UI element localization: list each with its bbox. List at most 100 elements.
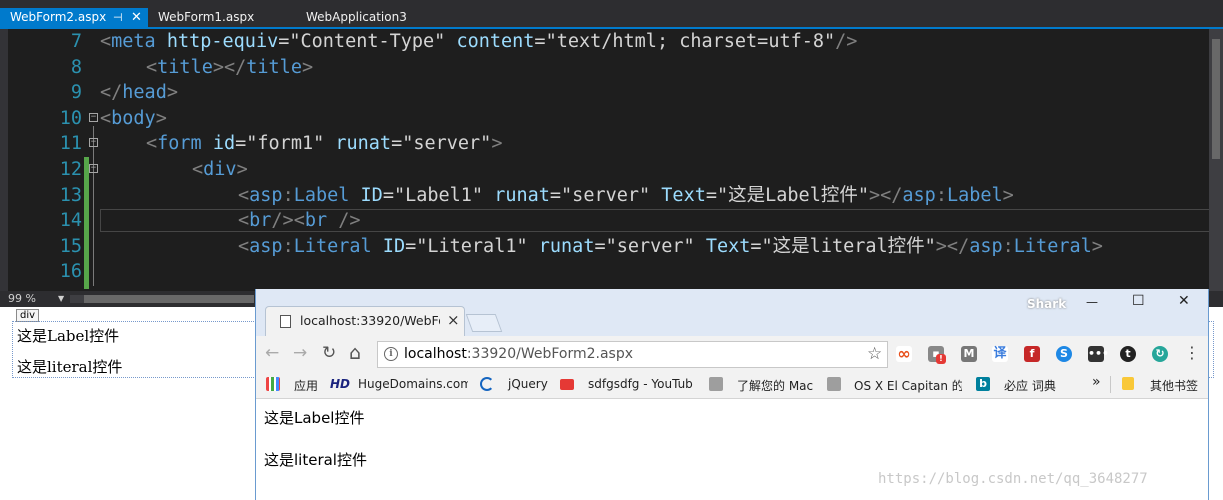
bookmark-mac[interactable]: 了解您的 Mac bbox=[737, 377, 813, 394]
code-line[interactable]: 15 <asp:Literal ID="Literal1" runat="ser… bbox=[0, 234, 1223, 260]
apps-icon bbox=[266, 377, 280, 391]
browser-titlebar[interactable]: localhost:33920/WebFo × Shark — ☐ ✕ bbox=[256, 289, 1208, 336]
watermark: https://blog.csdn.net/qq_3648277 bbox=[878, 471, 1148, 487]
home-button[interactable]: ⌂ bbox=[349, 343, 361, 363]
bookmark-hugedomains[interactable]: HugeDomains.com bbox=[358, 377, 468, 391]
code-text: <asp:Label ID="Label1" runat="server" Te… bbox=[238, 184, 1014, 206]
bookmark-osx[interactable]: OS X El Capitan 的 bbox=[854, 377, 962, 394]
other-bookmarks[interactable]: 其他书签 bbox=[1150, 377, 1198, 394]
code-text: <div> bbox=[192, 159, 248, 180]
tab-webform1[interactable]: WebForm1.aspx bbox=[148, 8, 298, 27]
forward-button[interactable]: → bbox=[293, 343, 307, 363]
bookmark-star-icon[interactable]: ☆ bbox=[867, 344, 882, 364]
extension-translate-icon[interactable]: 译 bbox=[992, 346, 1008, 362]
browser-window: localhost:33920/WebFo × Shark — ☐ ✕ ← → … bbox=[255, 289, 1209, 500]
line-number: 8 bbox=[70, 56, 82, 78]
extension-badge-icon: ! bbox=[936, 354, 946, 364]
code-editor[interactable]: 7 <meta http-equiv="Content-Type" conten… bbox=[0, 29, 1223, 291]
bookmark-apps[interactable]: 应用 bbox=[294, 377, 318, 394]
line-number: 7 bbox=[70, 31, 82, 52]
scrollbar-thumb[interactable] bbox=[1212, 39, 1220, 159]
code-line[interactable]: 10 − <body> bbox=[0, 106, 1223, 132]
bookmark-youtube[interactable]: sdfgsdfg - YouTub bbox=[588, 377, 694, 391]
tab-webform2[interactable]: WebForm2.aspx ⊣ ✕ bbox=[0, 8, 148, 27]
profile-name[interactable]: Shark bbox=[1027, 297, 1066, 311]
url-text[interactable]: localhost:33920/WebForm2.aspx bbox=[404, 346, 633, 362]
page-label-text: 这是Label控件 bbox=[264, 409, 365, 427]
line-number: 14 bbox=[59, 210, 82, 232]
extension-mail-icon[interactable]: M bbox=[961, 346, 977, 362]
browser-tab[interactable]: localhost:33920/WebFo × bbox=[265, 306, 465, 336]
horizontal-scrollbar[interactable] bbox=[70, 295, 254, 303]
menu-icon[interactable]: ⋮ bbox=[1184, 343, 1200, 363]
tab-label: WebApplication3 bbox=[306, 10, 407, 24]
address-bar[interactable]: i localhost:33920/WebForm2.aspx ☆ bbox=[377, 341, 888, 368]
line-number: 15 bbox=[59, 235, 82, 257]
extension-refresh-icon[interactable]: ↻ bbox=[1152, 346, 1168, 362]
back-button[interactable]: ← bbox=[265, 343, 279, 363]
code-line[interactable]: 13 <asp:Label ID="Label1" runat="server"… bbox=[0, 183, 1223, 209]
code-line[interactable]: 11 − <form id="form1" runat="server"> bbox=[0, 131, 1223, 157]
code-line[interactable]: 7 <meta http-equiv="Content-Type" conten… bbox=[0, 29, 1223, 55]
line-number: 12 bbox=[59, 159, 82, 180]
code-text: </head> bbox=[100, 82, 178, 104]
page-literal-text: 这是literal控件 bbox=[264, 451, 367, 469]
bookmark-bing[interactable]: 必应 词典 bbox=[1004, 377, 1056, 394]
design-literal-text[interactable]: 这是literal控件 bbox=[17, 356, 122, 377]
close-icon[interactable]: × bbox=[447, 311, 460, 329]
line-number: 13 bbox=[59, 184, 82, 206]
page-icon bbox=[280, 315, 291, 328]
collapse-icon[interactable]: − bbox=[89, 164, 98, 173]
minimize-button[interactable]: — bbox=[1086, 295, 1098, 309]
line-number: 11 bbox=[59, 133, 82, 155]
extension-dots-icon[interactable]: ••• bbox=[1088, 346, 1109, 362]
browser-toolbar: ← → ↻ ⌂ i localhost:33920/WebForm2.aspx … bbox=[256, 336, 1208, 371]
pin-icon[interactable]: ⊣ bbox=[113, 8, 123, 27]
code-line[interactable]: 16 bbox=[0, 259, 1223, 285]
code-text: <meta http-equiv="Content-Type" content=… bbox=[100, 31, 858, 52]
extension-skype-icon[interactable]: S bbox=[1056, 346, 1072, 362]
code-text: <form id="form1" runat="server"> bbox=[146, 133, 503, 155]
collapse-icon[interactable]: − bbox=[89, 138, 98, 148]
maximize-button[interactable]: ☐ bbox=[1132, 293, 1145, 309]
folder-icon bbox=[1122, 377, 1134, 390]
extension-flash-icon[interactable]: f bbox=[1024, 346, 1040, 362]
dropdown-arrow-icon[interactable]: ▼ bbox=[58, 291, 64, 307]
window-close-button[interactable]: ✕ bbox=[1178, 293, 1190, 309]
code-line[interactable]: 8 <title></title> bbox=[0, 55, 1223, 81]
youtube-icon bbox=[560, 379, 574, 390]
new-tab-button[interactable] bbox=[465, 314, 503, 332]
divider bbox=[1110, 376, 1111, 393]
scrollbar-thumb[interactable] bbox=[84, 295, 254, 303]
code-text: <br/><br /> bbox=[238, 210, 361, 232]
tab-webapplication3[interactable]: WebApplication3 bbox=[296, 8, 446, 27]
line-number: 16 bbox=[59, 261, 82, 283]
apple-icon bbox=[709, 377, 723, 391]
line-number: 9 bbox=[70, 82, 82, 104]
reload-button[interactable]: ↻ bbox=[322, 343, 336, 363]
extension-infinity-icon[interactable]: ∞ bbox=[896, 346, 912, 362]
design-label-text[interactable]: 这是Label控件 bbox=[17, 325, 119, 346]
tab-label: WebForm2.aspx bbox=[10, 10, 107, 24]
vertical-scrollbar[interactable] bbox=[1209, 29, 1223, 291]
code-line[interactable]: 12 − <div> bbox=[0, 157, 1223, 183]
line-number: 10 bbox=[59, 107, 82, 129]
info-icon[interactable]: i bbox=[384, 347, 398, 361]
tab-label: WebForm1.aspx bbox=[158, 10, 255, 24]
apple-icon bbox=[827, 377, 841, 391]
bing-icon: b bbox=[976, 377, 990, 391]
bookmark-jquery[interactable]: jQuery bbox=[508, 377, 548, 391]
extension-t-icon[interactable]: t bbox=[1120, 346, 1136, 362]
collapse-icon[interactable]: − bbox=[89, 112, 98, 122]
editor-tab-bar: WebForm2.aspx ⊣ ✕ WebForm1.aspx WebAppli… bbox=[0, 0, 1223, 27]
more-bookmarks-icon[interactable]: » bbox=[1092, 374, 1101, 390]
zoom-level[interactable]: 99 % bbox=[8, 291, 36, 307]
bookmarks-bar: 应用 HD HugeDomains.com jQuery sdfgsdfg - … bbox=[256, 371, 1208, 399]
code-text: <title></title> bbox=[146, 56, 314, 78]
code-line[interactable]: 14 <br/><br /> bbox=[0, 208, 1223, 234]
close-icon[interactable]: ✕ bbox=[131, 8, 142, 27]
hugedomains-icon: HD bbox=[330, 377, 351, 391]
code-text: <asp:Literal ID="Literal1" runat="server… bbox=[238, 235, 1103, 257]
tab-title: localhost:33920/WebFo bbox=[300, 313, 440, 328]
code-line[interactable]: 9 </head> bbox=[0, 80, 1223, 106]
